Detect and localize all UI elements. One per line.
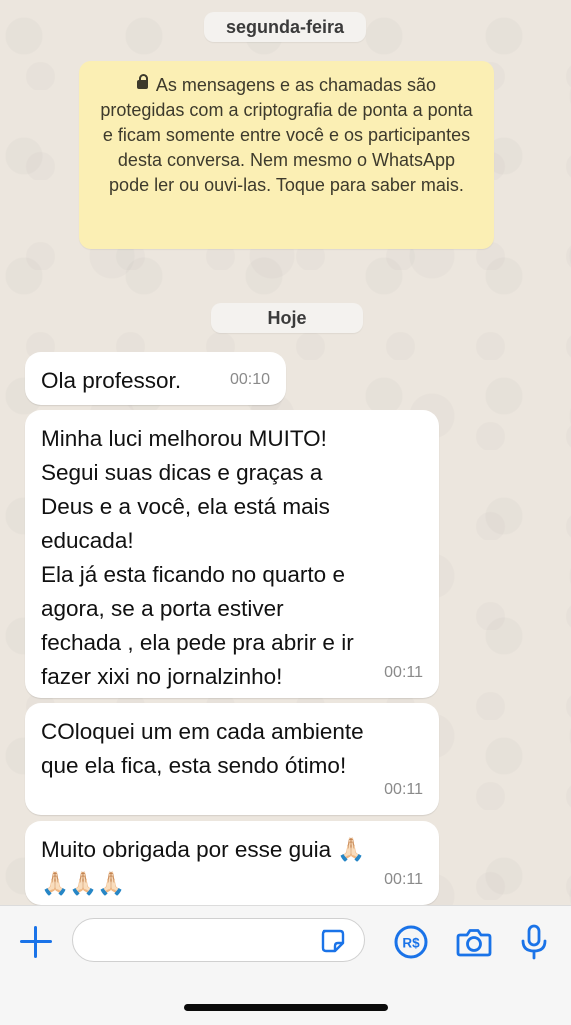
message-text: Muito obrigada por esse guia 🙏🏻 🙏🏻🙏🏻🙏🏻: [41, 837, 366, 896]
message-bubble[interactable]: Ola professor. 00:10: [25, 352, 286, 405]
date-separator-today: Hoje: [211, 303, 363, 333]
plus-icon[interactable]: [18, 924, 54, 960]
date-separator-monday: segunda-feira: [204, 12, 366, 42]
encryption-notice-text: As mensagens e as chamadas são protegida…: [100, 75, 473, 195]
message-time: 00:11: [384, 664, 423, 681]
message-time: 00:10: [229, 371, 270, 388]
svg-text:R$: R$: [402, 936, 420, 951]
home-indicator[interactable]: [184, 1004, 388, 1011]
sticker-icon[interactable]: [320, 928, 346, 954]
message-bubble[interactable]: Minha luci melhorou MUITO! Segui suas di…: [25, 410, 439, 698]
microphone-icon[interactable]: [514, 922, 554, 962]
message-bubble[interactable]: Muito obrigada por esse guia 🙏🏻 🙏🏻🙏🏻🙏🏻 0…: [25, 821, 439, 905]
message-time: 00:11: [384, 871, 423, 888]
message-time: 00:11: [384, 781, 423, 798]
camera-icon[interactable]: [454, 922, 494, 962]
lock-icon: [136, 73, 148, 89]
message-text: Minha luci melhorou MUITO! Segui suas di…: [41, 426, 354, 689]
encryption-notice[interactable]: As mensagens e as chamadas são protegida…: [79, 61, 494, 249]
message-text: COloquei um em cada ambiente que ela fic…: [41, 719, 364, 778]
message-bubble[interactable]: COloquei um em cada ambiente que ela fic…: [25, 703, 439, 815]
pix-payment-icon[interactable]: R$: [391, 922, 431, 962]
composer-bar: R$: [0, 905, 571, 1025]
